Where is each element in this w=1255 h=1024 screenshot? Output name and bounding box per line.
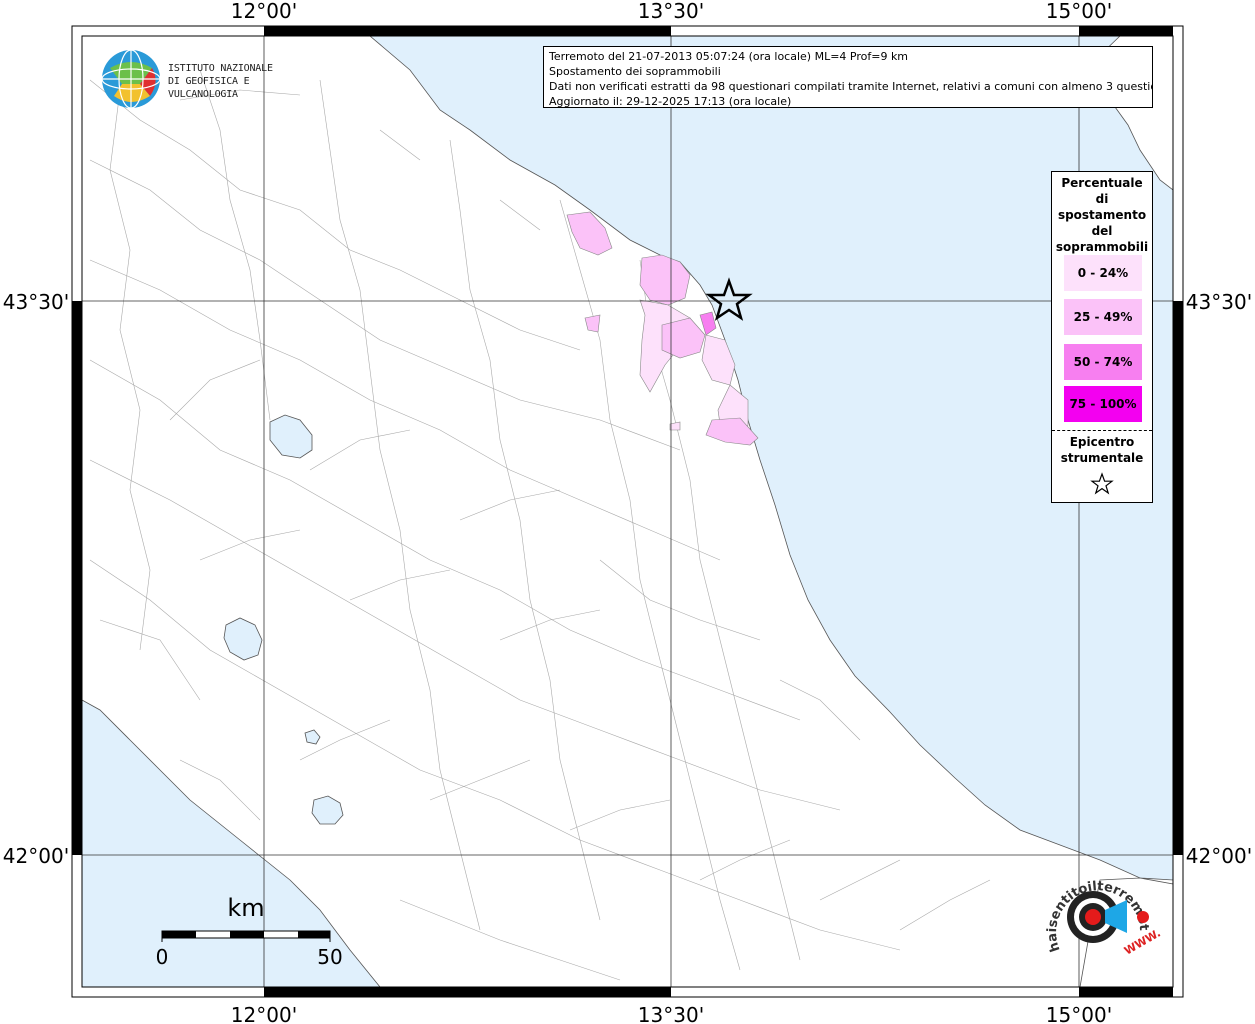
- lon-label-bottom-1: 12°00': [231, 1003, 297, 1024]
- epicenter-legend-star-icon: [1090, 472, 1114, 495]
- legend-class-25-49: 25 - 49%: [1064, 299, 1142, 335]
- scale-unit: km: [227, 894, 264, 922]
- legend-title: Percentuale di spostamento del soprammob…: [1052, 172, 1152, 255]
- legend-title-line: Percentuale: [1061, 176, 1143, 190]
- scale-min: 0: [156, 945, 169, 969]
- legend-class-75-100: 75 - 100%: [1064, 386, 1142, 422]
- event-title: Terremoto del 21-07-2013 05:07:24 (ora l…: [549, 50, 909, 63]
- haisentito-watermark: haisentitoilterremoto.it WWW.: [1035, 855, 1163, 958]
- legend-title-line: di: [1095, 192, 1109, 206]
- legend: Percentuale di spostamento del soprammob…: [1051, 171, 1153, 503]
- lon-label-top-1: 12°00': [231, 0, 297, 23]
- lon-label-top-2: 13°30': [638, 0, 704, 23]
- info-dot-icon: [1137, 911, 1149, 923]
- scale-max: 50: [317, 945, 342, 969]
- legend-class-50-74: 50 - 74%: [1064, 344, 1142, 380]
- lat-label-left-1: 43°30': [3, 290, 69, 314]
- data-note: Dati non verificati estratti da 98 quest…: [549, 80, 1153, 93]
- logo-line-1: ISTITUTO NAZIONALE: [168, 63, 273, 74]
- legend-separator: [1052, 430, 1152, 431]
- epicenter-legend-line: strumentale: [1060, 451, 1144, 465]
- lon-label-bottom-2: 13°30': [638, 1003, 704, 1024]
- lat-label-right-2: 42°00': [1186, 844, 1252, 868]
- epicenter-legend-line: Epicentro: [1069, 435, 1135, 449]
- legend-class-0-24: 0 - 24%: [1064, 255, 1142, 291]
- legend-title-line: spostamento: [1057, 208, 1147, 222]
- lat-label-left-2: 42°00': [3, 844, 69, 868]
- logo-line-2: DI GEOFISICA E VULCANOLOGIA: [168, 76, 250, 100]
- epicenter-legend-title: Epicentro strumentale: [1052, 434, 1152, 466]
- legend-title-line: del: [1091, 224, 1113, 238]
- map-subject: Spostamento dei soprammobili: [549, 65, 721, 78]
- watermark-url: WWW.: [1122, 926, 1163, 957]
- lon-label-top-3: 15°00': [1046, 0, 1112, 23]
- lon-label-bottom-3: 15°00': [1046, 1003, 1112, 1024]
- event-info-box: Terremoto del 21-07-2013 05:07:24 (ora l…: [543, 46, 1153, 108]
- ingv-globe-icon: [101, 49, 161, 109]
- ingv-logo: ISTITUTO NAZIONALE DI GEOFISICA E VULCAN…: [100, 48, 320, 112]
- update-timestamp: Aggiornato il: 29-12-2025 17:13 (ora loc…: [549, 95, 792, 108]
- scale-bar: km 0 50: [156, 894, 343, 969]
- lat-label-right-1: 43°30': [1186, 290, 1252, 314]
- legend-title-line: soprammobili: [1055, 240, 1149, 254]
